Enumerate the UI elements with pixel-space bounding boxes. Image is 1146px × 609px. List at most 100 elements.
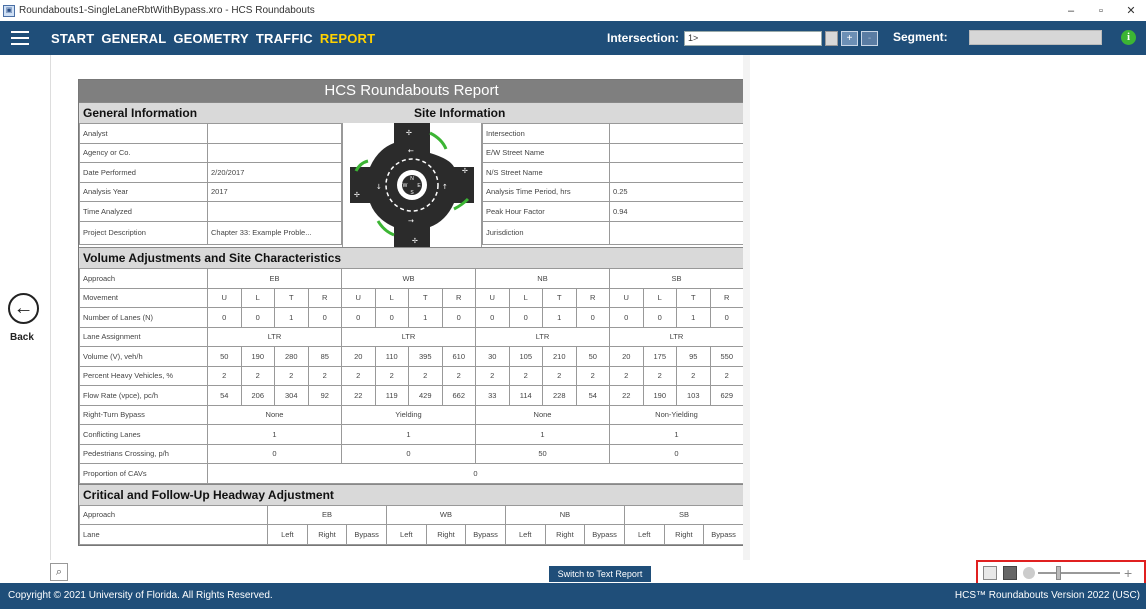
general-label: Analysis Year — [79, 181, 208, 202]
approach-eb: EB — [207, 268, 342, 289]
intersection-dropdown-button[interactable] — [825, 30, 839, 46]
site-value — [609, 123, 744, 144]
headway-approach-sb: SB — [623, 504, 745, 525]
lanes-cell: 1 — [542, 307, 577, 328]
tab-general[interactable]: GENERAL — [101, 31, 166, 46]
headway-approach-wb: WB — [385, 504, 506, 525]
lane-assignment-row: Lane Assignment LTR LTR LTR LTR — [79, 326, 744, 347]
table-row: Percent Heavy Vehicles, % 2222 2222 2222… — [79, 365, 744, 386]
volume-cell: 110 — [374, 346, 409, 367]
heavy-cell: 2 — [307, 365, 342, 386]
tab-geometry[interactable]: GEOMETRY — [173, 31, 249, 46]
movement-cell: T — [274, 287, 309, 308]
site-label: Intersection — [482, 123, 610, 144]
lane-col: Right — [544, 524, 586, 545]
conflicting-cell: 1 — [341, 424, 476, 445]
flow-cell: 206 — [240, 385, 275, 406]
remove-intersection-button[interactable]: - — [861, 30, 879, 46]
volume-cell: 30 — [475, 346, 510, 367]
tab-traffic[interactable]: TRAFFIC — [256, 31, 313, 46]
svg-text:✢: ✢ — [354, 191, 360, 199]
heavy-cell: 2 — [642, 365, 677, 386]
report-scrollbar[interactable] — [743, 55, 750, 560]
general-label: Project Description — [79, 220, 208, 245]
conflicting-cell: 1 — [475, 424, 610, 445]
multi-page-view-icon[interactable] — [1003, 566, 1017, 580]
lane-col: Bypass — [703, 524, 744, 545]
zoom-out-icon[interactable] — [1023, 567, 1035, 579]
tab-start[interactable]: START — [51, 31, 94, 46]
flow-cell: 429 — [408, 385, 443, 406]
cav-cell: 0 — [207, 463, 744, 484]
headway-lane-label: Lane — [79, 524, 268, 545]
approach-row: Approach EB WB NB SB — [79, 268, 744, 289]
flow-cell: 22 — [341, 385, 376, 406]
add-intersection-button[interactable]: + — [841, 30, 859, 46]
flow-cell: 190 — [642, 385, 677, 406]
compass-w: W — [403, 183, 408, 189]
lanes-cell: 0 — [508, 307, 543, 328]
site-label: Analysis Time Period, hrs — [482, 181, 610, 202]
approach-wb: WB — [341, 268, 476, 289]
zoom-slider[interactable] — [1038, 566, 1120, 580]
movement-cell: T — [676, 287, 711, 308]
intersection-dropdown[interactable]: 1> — [684, 30, 823, 46]
general-label: Agency or Co. — [79, 142, 208, 163]
lanes-cell: 1 — [676, 307, 711, 328]
headway-approach-row: Approach EB WB NB SB — [79, 504, 745, 525]
segment-dropdown[interactable] — [969, 30, 1102, 45]
heavy-cell: 2 — [341, 365, 376, 386]
site-label: Jurisdiction — [482, 220, 610, 245]
main-area: ← Back HCS Roundabouts Report General In… — [0, 55, 1146, 586]
movement-cell: L — [374, 287, 409, 308]
table-row: Number of Lanes (N) 0010 0010 0010 0010 — [79, 307, 744, 328]
volume-cell: 175 — [642, 346, 677, 367]
info-icon[interactable]: i — [1121, 30, 1136, 45]
svg-text:↑: ↑ — [442, 183, 448, 191]
site-label: N/S Street Name — [482, 162, 610, 183]
tab-report[interactable]: REPORT — [320, 31, 375, 46]
maximize-button[interactable]: ▫ — [1086, 5, 1116, 17]
status-bar: Copyright © 2021 University of Florida. … — [0, 583, 1146, 609]
lane-col: Left — [267, 524, 308, 545]
version-text: HCS™ Roundabouts Version 2022 (USC) — [954, 590, 1140, 601]
movement-cell: T — [408, 287, 443, 308]
site-value: 0.94 — [609, 201, 744, 222]
single-page-view-icon[interactable] — [983, 566, 997, 580]
movement-cell: R — [307, 287, 342, 308]
volume-cell: 85 — [307, 346, 342, 367]
volume-cell: 550 — [709, 346, 744, 367]
zoom-slider-thumb[interactable] — [1056, 566, 1061, 580]
approach-sb: SB — [609, 268, 744, 289]
back-label[interactable]: Back — [10, 332, 34, 343]
general-value — [207, 201, 342, 222]
window-title: Roundabouts1-SingleLaneRbtWithBypass.xro… — [19, 5, 315, 16]
hamburger-menu-icon[interactable] — [11, 31, 29, 45]
row-label: Flow Rate (vpce), pc/h — [79, 385, 208, 406]
movement-cell: R — [441, 287, 476, 308]
headway-approach-eb: EB — [267, 504, 387, 525]
search-icon[interactable]: ⌕ — [50, 563, 68, 581]
info-headers: General Information Site Information — [79, 102, 744, 123]
conflicting-row: Conflicting Lanes 1 1 1 1 — [79, 424, 744, 445]
row-label: Volume (V), veh/h — [79, 346, 208, 367]
svg-text:←: ← — [408, 147, 414, 155]
switch-to-text-report-button[interactable]: Switch to Text Report — [549, 566, 651, 582]
cav-row: Proportion of CAVs 0 — [79, 463, 744, 484]
volume-table: Approach EB WB NB SB Movement ULTR ULTR … — [79, 268, 744, 484]
heavy-cell: 2 — [508, 365, 543, 386]
close-button[interactable]: ✕ — [1116, 4, 1146, 17]
minimize-button[interactable]: – — [1056, 5, 1086, 17]
movement-cell: U — [341, 287, 376, 308]
general-label: Time Analyzed — [79, 201, 208, 222]
back-arrow-icon[interactable]: ← — [8, 293, 39, 324]
movement-cell: U — [609, 287, 644, 308]
lane-assignment-cell: LTR — [207, 326, 342, 347]
lane-col: Right — [306, 524, 348, 545]
row-label: Number of Lanes (N) — [79, 307, 208, 328]
report-viewer[interactable]: HCS Roundabouts Report General Informati… — [50, 55, 750, 560]
volume-cell: 95 — [676, 346, 711, 367]
heavy-cell: 2 — [575, 365, 610, 386]
zoom-in-icon[interactable]: + — [1124, 566, 1132, 580]
site-value — [609, 142, 744, 163]
